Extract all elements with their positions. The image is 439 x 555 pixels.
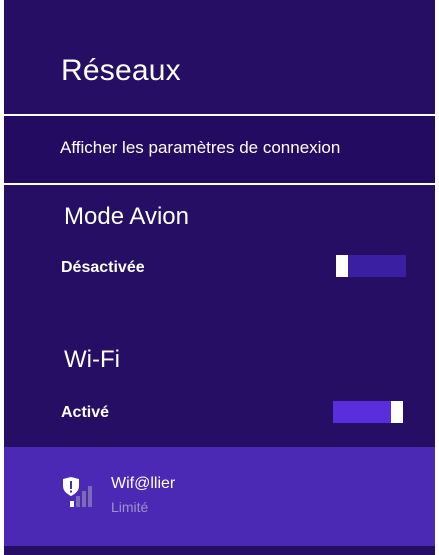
wifi-state: Activé xyxy=(61,404,110,421)
view-connection-settings-link[interactable]: Afficher les paramètres de connexion xyxy=(4,114,435,185)
network-status: Limité xyxy=(111,499,149,515)
panel-title: Réseaux xyxy=(61,54,181,87)
wifi-toggle[interactable] xyxy=(333,401,403,423)
airplane-mode-state: Désactivée xyxy=(61,259,145,276)
toggle-thumb[interactable] xyxy=(391,401,403,423)
toggle-thumb[interactable] xyxy=(336,255,348,277)
airplane-mode-title: Mode Avion xyxy=(64,203,189,230)
network-name: Wif@llier xyxy=(111,475,176,492)
settings-link-label: Afficher les paramètres de connexion xyxy=(60,138,341,157)
airplane-mode-toggle[interactable] xyxy=(336,255,406,277)
wifi-signal-shield-warning-icon xyxy=(63,477,92,507)
network-list-item[interactable]: Wif@llier Limité xyxy=(4,447,435,546)
networks-panel: Réseaux Afficher les paramètres de conne… xyxy=(4,0,435,555)
toggle-fill xyxy=(333,401,391,423)
wifi-title: Wi-Fi xyxy=(64,346,120,373)
